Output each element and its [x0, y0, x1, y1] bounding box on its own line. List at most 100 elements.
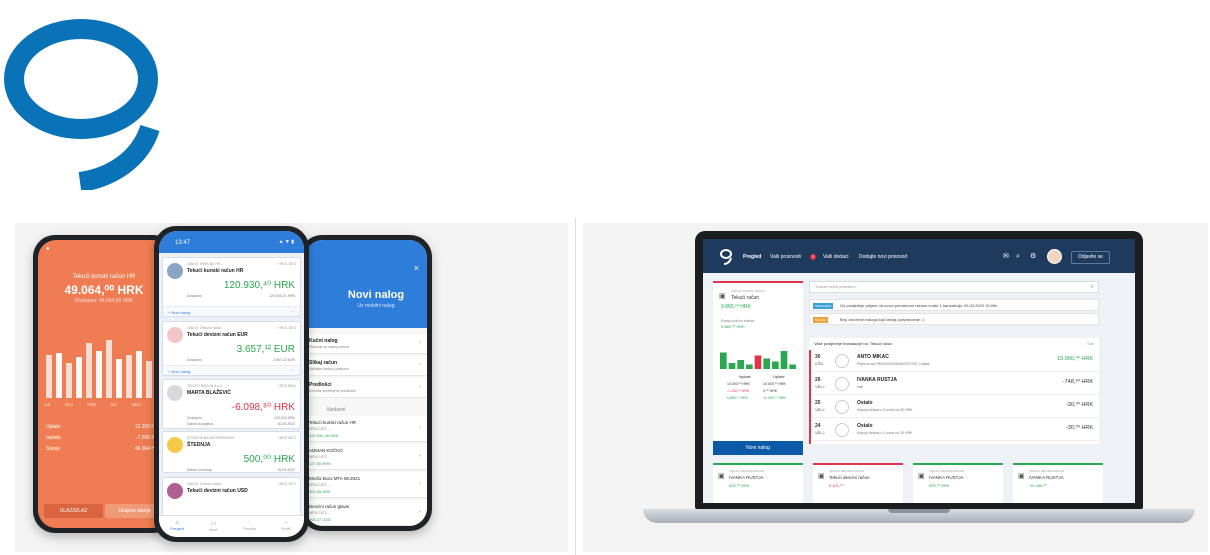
- tx-name: ANTO MIKAC: [857, 354, 889, 360]
- account-card[interactable]: IVAN K. Devizni račun Tekući devizni raču…: [162, 321, 301, 376]
- divider: [575, 218, 576, 555]
- chart-bar: [106, 339, 112, 398]
- chart-bar: [772, 361, 779, 369]
- brand-logo: [4, 19, 160, 190]
- status-icons: ▲ ▼ ▮: [278, 239, 294, 245]
- account-card[interactable]: IVAN K. Devizni račun Tekući devizni raču…: [162, 477, 301, 517]
- inout-button[interactable]: ULAZ/IZLAZ: [44, 504, 103, 518]
- table-cell: -1.240,⁰⁰ HRK: [727, 389, 750, 393]
- option-item[interactable]: Slikaj račun Uslikajte barkod uplatnice ›: [305, 356, 427, 376]
- month-label: STU: [64, 402, 73, 407]
- card-label: TEKUĆI DEVIZNI RAČUN: [929, 469, 965, 473]
- product-card[interactable]: ▣ TEKUĆI DEVIZNI RAČUN IVANKA RUSTJA 500,⁰⁰…: [913, 463, 1003, 503]
- table-cell: 10.000,⁰⁰ HRK: [763, 382, 786, 386]
- tab-pregled[interactable]: ⌂ Pregled: [159, 516, 195, 537]
- nav-addons[interactable]: Vaši dodaci: [823, 255, 848, 260]
- new-order-link[interactable]: + Novi nalog: [168, 369, 190, 374]
- account-avatar: [167, 263, 183, 279]
- chart-bar: [737, 360, 744, 369]
- recent-title: Tekući kunski račun HR: [309, 420, 357, 425]
- option-item[interactable]: Predlošci Koristite spremljene predloške ›: [305, 378, 427, 398]
- avatar[interactable]: [1047, 249, 1062, 264]
- product-card[interactable]: ▣ TEKUĆI DEVIZNI RAČUN IVANKA RUSTJA 500,⁰⁰…: [713, 463, 803, 503]
- account-card[interactable]: TEKUĆI RAČUN d.o.o. MARTA BLAŽEVIĆ HR70 88…: [162, 379, 301, 429]
- mail-icon[interactable]: ✉: [1003, 253, 1009, 260]
- chevron-right-icon: ›: [419, 425, 421, 431]
- more-icon[interactable]: ⋯: [290, 309, 295, 315]
- chart-months: LIS STU PRO SIJ VELJ OŽU: [44, 402, 164, 408]
- transaction-row[interactable]: 24 VELJ Ostalo Kupnja žetona ≥ 0 iznos od 3…: [811, 419, 1099, 441]
- tx-month: VELJ: [815, 430, 825, 435]
- tab-novi[interactable]: ▭ Novi: [195, 516, 231, 537]
- tx-desc: Kupnja žetona ≥ 0 iznos od 30 HRK: [857, 408, 913, 412]
- notice-item[interactable]: OBAVIJEST Od posljednje prijave na ovom p…: [809, 299, 1099, 311]
- card-icon: ▣: [719, 293, 726, 300]
- tx-more-link[interactable]: Sve: [1087, 342, 1094, 346]
- tab-profil[interactable]: ○ Profil: [268, 516, 304, 537]
- recent-section-label: Nedavni: [327, 407, 346, 413]
- notice-item[interactable]: NALOG Broj otvorenih naloga koji čekaju p…: [809, 313, 1099, 325]
- option-title: Predlošci: [309, 382, 332, 388]
- table-cell: 0,⁰⁰ HRK: [763, 389, 778, 393]
- transaction-row[interactable]: 25 VELJ Ostalo Kupnja žetona ≥ 0 iznos od 3…: [811, 396, 1099, 418]
- nav-pregled[interactable]: Pregled: [743, 255, 761, 260]
- search-icon[interactable]: ⌕: [1016, 253, 1020, 260]
- transaction-row[interactable]: 30 OŽU ANTO MIKAC Prijenos sa HR90240200635…: [811, 350, 1099, 372]
- recent-item[interactable]: ADMAN KOČKO HR10 1871 ... 127,50 HRK ›: [305, 444, 427, 470]
- chevron-right-icon: ›: [419, 481, 421, 487]
- table-cell: 10.000,⁰⁰ HRK: [727, 382, 750, 386]
- nav-add-product[interactable]: Dodajte novi proizvod: [859, 255, 907, 260]
- recent-item[interactable]: Mreža Đuro MTA 08.2021 HR10 1871 ... 102,5…: [305, 472, 427, 498]
- chart-bar: [728, 363, 736, 369]
- search-input[interactable]: Tražite nešto posebno? ⌕: [809, 281, 1099, 293]
- recent-amount: 905,37 USD: [309, 517, 331, 522]
- account-avatar: [167, 437, 183, 453]
- product-card[interactable]: ▣ TEKUĆI DEVIZNI RAČUN IVANKA RUSTJA -40.35…: [1013, 463, 1103, 503]
- tx-direction-icon: [835, 400, 849, 414]
- search-icon: ⌕: [1090, 284, 1094, 290]
- tx-day: 26: [815, 377, 821, 383]
- app-logo-icon[interactable]: [719, 248, 733, 266]
- settings-icon[interactable]: ⚙: [1030, 253, 1036, 260]
- tx-amount: -30,⁰⁰ HRK: [1065, 402, 1093, 408]
- chart-bar: [66, 362, 72, 398]
- recent-item[interactable]: Tekući kunski račun HR HR10 1871 ... 120.9…: [305, 416, 427, 442]
- chevron-right-icon: ›: [419, 509, 421, 515]
- recent-sub: HR10 1871 ...: [309, 455, 331, 459]
- list-label: Uplate: [46, 424, 61, 430]
- card-label: TEKUĆI DEVIZNI RAČUN: [829, 469, 865, 473]
- product-card[interactable]: ▣ TEKUĆI DEVIZNI RAČUN Tekući devizni raču…: [813, 463, 903, 503]
- notice-tag: OBAVIJEST: [813, 303, 834, 309]
- logout-button[interactable]: Odjavite se: [1071, 251, 1111, 264]
- option-item[interactable]: Kućni nalog Plaćanje sa vašeg računa ›: [305, 334, 427, 354]
- account-number: HR10 1871: [278, 262, 296, 266]
- account-card[interactable]: IVAN K. MARJAN HR... Tekući kunski račun …: [162, 257, 301, 317]
- close-icon[interactable]: ×: [414, 264, 419, 273]
- recent-item[interactable]: Devizni račun glavni HR10 1871 ... 905,37 …: [305, 500, 427, 526]
- tx-day: 24: [815, 423, 821, 429]
- nav-products[interactable]: Vaši proizvodi: [770, 255, 801, 260]
- tab-poruke[interactable]: ◌ Poruke: [232, 516, 268, 537]
- account-balance: 49.064,⁰⁰ HRK: [64, 283, 144, 297]
- new-order-button[interactable]: Novi nalog: [713, 441, 803, 455]
- bottom-bar: ULAZ/IZLAZ Ukupno stanje: [44, 504, 164, 518]
- more-icon[interactable]: ⋯: [290, 368, 295, 374]
- new-order-header: × Novi nalog Uz mobilni nalog: [305, 240, 427, 328]
- notice-text: Broj otvorenih naloga koji čekaju potpis…: [840, 317, 925, 322]
- chart-bar: [96, 351, 102, 398]
- transaction-row[interactable]: 26 VELJ IVANKA RUSTJA Isisi -748,⁸⁰ HRK: [811, 373, 1099, 395]
- tx-desc: Kupnja žetona ≥ 0 iznos od 30 HRK: [857, 431, 913, 435]
- chart-bar: [780, 351, 788, 369]
- card-sub-label: Raspoloživo stanje: [721, 318, 755, 323]
- balance-chart: [44, 320, 164, 398]
- header-title: Novi nalog: [347, 289, 405, 301]
- account-card[interactable]: ŠTEDNJA NA NEODREĐENO ŠTEDNJA HR10 4871 500…: [162, 431, 301, 473]
- card-value: 9.101,⁰⁰: [829, 483, 844, 488]
- account-owner: IVAN K. MARJAN HR...: [187, 262, 224, 266]
- cart-icon: ▭: [210, 521, 217, 527]
- new-order-link[interactable]: + Novi nalog: [168, 310, 190, 315]
- account-kind: Tekući devizni račun USD: [187, 488, 248, 494]
- account-sub-label: Dostupno: [187, 358, 202, 362]
- tx-title: Vaše posljednje transakcije na: Tekući r…: [814, 341, 893, 346]
- tx-month: VELJ: [815, 407, 825, 412]
